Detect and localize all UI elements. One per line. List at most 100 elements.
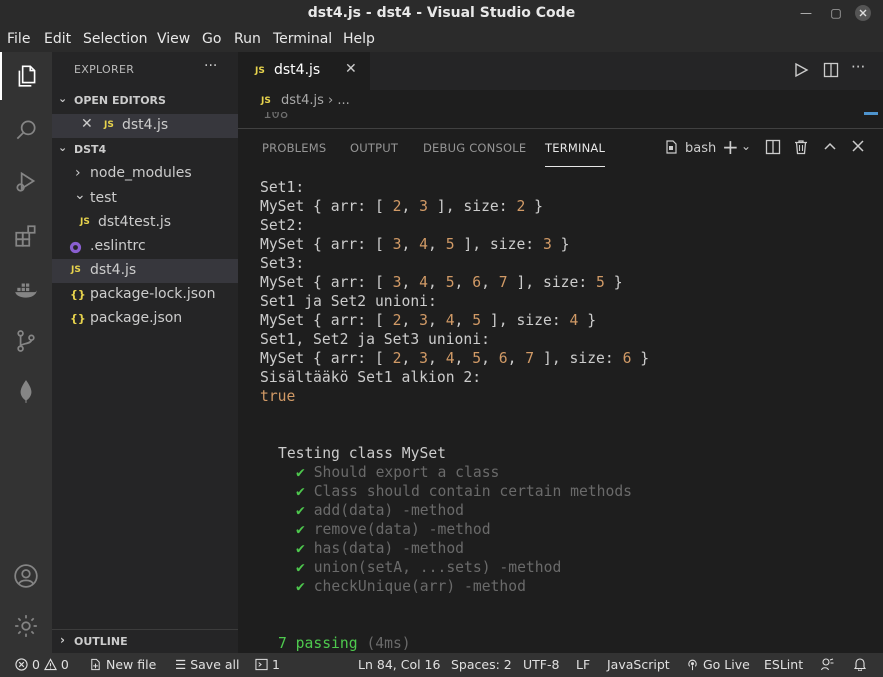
terminal-line: Set1 ja Set2 unioni:	[260, 293, 437, 310]
set-text: MySet { arr: [	[260, 350, 393, 367]
open-editors-label: OPEN EDITORS	[74, 94, 166, 107]
feedback-icon[interactable]	[820, 657, 834, 672]
menu-go[interactable]: Go	[202, 31, 221, 47]
js-file-icon: JS	[104, 120, 114, 130]
terminal-line: Set2:	[260, 217, 305, 234]
settings-gear-icon[interactable]	[0, 602, 52, 650]
terminal-line: MySet { arr: [ 2, 3, 4, 5, 6, 7 ], size:…	[260, 349, 649, 368]
problems-status[interactable]: 0 0	[15, 657, 69, 672]
tree-item-label: .eslintrc	[90, 238, 146, 254]
eslint-status[interactable]: ESLint	[764, 657, 803, 672]
new-file-button[interactable]: New file	[89, 657, 156, 672]
account-icon[interactable]	[0, 552, 52, 600]
chevron-down-icon[interactable]: ⌄	[741, 139, 751, 153]
tree-item-dst4test[interactable]: JS dst4test.js	[52, 211, 238, 235]
save-all-button[interactable]: ☰ Save all	[175, 657, 239, 672]
editor-tab-dst4js[interactable]: JS dst4.js ✕	[238, 52, 370, 90]
tree-item-dst4js[interactable]: JS dst4.js	[52, 259, 238, 283]
explorer-icon[interactable]	[0, 52, 52, 100]
encoding[interactable]: UTF-8	[523, 657, 559, 672]
terminal-line: MySet { arr: [ 2, 3, 4, 5 ], size: 4 }	[260, 311, 596, 330]
set-text: ,	[507, 350, 526, 367]
maximize-panel-icon[interactable]	[823, 139, 837, 157]
close-tab-icon[interactable]: ✕	[345, 61, 357, 77]
tree-item-node-modules[interactable]: › node_modules	[52, 162, 238, 186]
tab-debug-console[interactable]: DEBUG CONSOLE	[423, 141, 526, 155]
warning-count: 0	[60, 657, 69, 672]
tree-item-package-lock[interactable]: {} package-lock.json	[52, 283, 238, 307]
terminal-count-value: 1	[271, 657, 280, 672]
check-icon: ✔	[296, 521, 314, 538]
source-control-icon[interactable]	[0, 317, 52, 365]
tree-item-package-json[interactable]: {} package.json	[52, 307, 238, 331]
menu-bar: File Edit Selection View Go Run Terminal…	[0, 28, 883, 52]
array-value: 3	[419, 312, 429, 329]
error-count: 0	[31, 657, 40, 672]
open-editor-name: dst4.js	[122, 117, 169, 133]
notifications-bell-icon[interactable]	[853, 657, 867, 672]
terminal-line: MySet { arr: [ 3, 4, 5 ], size: 3 }	[260, 235, 570, 254]
size-value: 5	[596, 274, 605, 291]
set-text: ,	[428, 350, 446, 367]
test-name: has(data) -method	[313, 540, 465, 557]
set-text: ], size:	[516, 274, 597, 291]
tab-output[interactable]: OUTPUT	[350, 141, 398, 155]
go-live-button[interactable]: Go Live	[686, 657, 750, 672]
close-icon[interactable]: ✕	[81, 116, 93, 132]
js-file-icon: JS	[255, 66, 265, 76]
scrollbar-marker	[864, 112, 878, 115]
mongodb-leaf-icon[interactable]	[0, 367, 52, 415]
chevron-down-icon: ⌄	[58, 141, 68, 154]
indentation[interactable]: Spaces: 2	[451, 657, 512, 672]
tree-item-test[interactable]: ⌄ test	[52, 187, 238, 211]
language-mode[interactable]: JavaScript	[607, 657, 670, 672]
tab-terminal[interactable]: TERMINAL	[545, 141, 605, 155]
menu-run[interactable]: Run	[234, 31, 261, 47]
run-file-icon[interactable]	[793, 62, 809, 82]
terminal-line: Set1, Set2 ja Set3 unioni:	[260, 331, 490, 348]
close-window-button[interactable]	[853, 3, 873, 23]
array-value: 6	[472, 274, 482, 291]
outline-label: OUTLINE	[74, 635, 128, 648]
set-text: ], size:	[436, 198, 517, 215]
line-number: 108	[263, 112, 289, 122]
extensions-icon[interactable]	[0, 212, 52, 260]
open-editors-section[interactable]: ⌄ OPEN EDITORS	[52, 90, 238, 112]
open-editor-item[interactable]: ✕ JS dst4.js	[52, 114, 238, 138]
search-icon[interactable]	[0, 106, 52, 154]
terminal-line: MySet { arr: [ 2, 3 ], size: 2 }	[260, 197, 543, 216]
split-editor-icon[interactable]	[823, 62, 839, 82]
terminal-count[interactable]: 1	[255, 657, 280, 672]
breadcrumb-path[interactable]: dst4.js › ...	[281, 93, 350, 108]
explorer-sidebar: EXPLORER ··· ⌄ OPEN EDITORS ✕ JS dst4.js…	[52, 52, 238, 653]
terminal-icon	[255, 657, 272, 672]
tree-item-eslintrc[interactable]: .eslintrc	[52, 235, 238, 259]
menu-view[interactable]: View	[157, 31, 190, 47]
array-value: 4	[445, 312, 455, 329]
more-actions-icon[interactable]: ···	[851, 58, 865, 76]
trash-icon[interactable]	[793, 139, 809, 159]
end-of-line[interactable]: LF	[576, 657, 590, 672]
menu-terminal[interactable]: Terminal	[273, 31, 332, 47]
minimize-button[interactable]: —	[796, 3, 816, 23]
tab-problems[interactable]: PROBLEMS	[262, 141, 326, 155]
close-panel-icon[interactable]	[851, 139, 865, 157]
size-value: 2	[516, 198, 526, 215]
list-icon: ☰	[175, 657, 187, 672]
shell-selector[interactable]: bash	[685, 141, 716, 156]
docker-icon[interactable]	[0, 266, 52, 314]
explorer-more-actions[interactable]: ···	[204, 58, 217, 74]
new-terminal-icon[interactable]: +	[722, 135, 739, 159]
outline-section[interactable]: › OUTLINE	[52, 629, 238, 652]
run-debug-icon[interactable]	[0, 157, 52, 205]
explorer-header: EXPLORER	[74, 63, 135, 76]
workspace-section[interactable]: ⌄ DST4	[52, 139, 238, 161]
split-terminal-icon[interactable]	[765, 139, 781, 159]
set-text: ,	[454, 274, 473, 291]
menu-selection[interactable]: Selection	[83, 31, 148, 47]
cursor-position[interactable]: Ln 84, Col 16	[358, 657, 440, 672]
maximize-button[interactable]: ▢	[826, 3, 846, 23]
menu-edit[interactable]: Edit	[44, 31, 71, 47]
menu-file[interactable]: File	[7, 31, 30, 47]
menu-help[interactable]: Help	[343, 31, 375, 47]
